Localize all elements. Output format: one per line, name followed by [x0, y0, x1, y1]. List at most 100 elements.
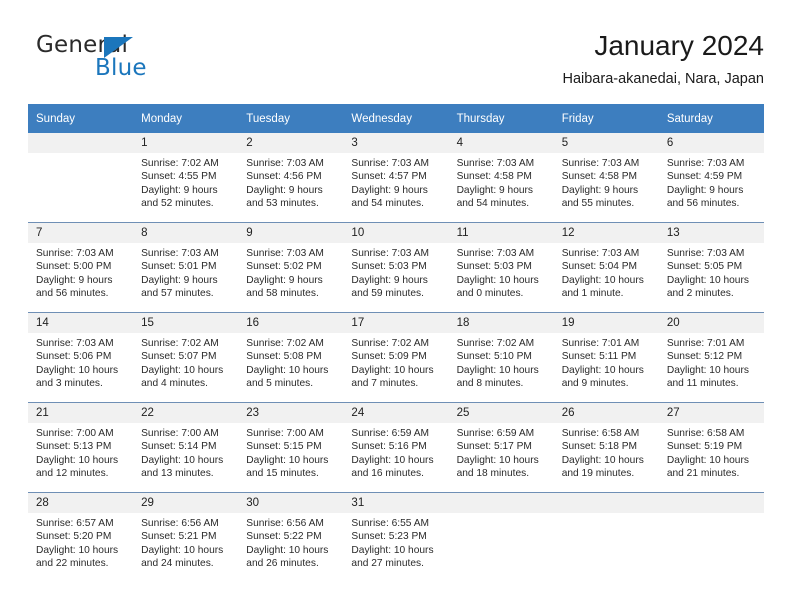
sunset-text: Sunset: 4:56 PM	[246, 171, 322, 183]
sunset-text: Sunset: 5:11 PM	[561, 351, 637, 363]
calendar-day-cell[interactable]: 12 Sunrise: 7:03 AM Sunset: 5:04 PM Dayligh…	[553, 222, 659, 313]
day-number: 15	[133, 313, 239, 333]
calendar-day-cell[interactable]: 19 Sunrise: 7:01 AM Sunset: 5:11 PM Dayligh…	[553, 312, 659, 403]
general-blue-logo[interactable]: General Blue	[36, 32, 226, 92]
daylight-text-line1: Daylight: 10 hours	[246, 454, 329, 466]
daylight-text-line2: and 56 minutes.	[666, 197, 740, 209]
sunset-text: Sunset: 4:59 PM	[666, 171, 743, 183]
sunrise-text: Sunrise: 6:58 AM	[561, 428, 640, 439]
calendar-day-cell[interactable]: 26 Sunrise: 6:58 AM Sunset: 5:18 PM Dayligh…	[553, 402, 659, 493]
daylight-text-line1: Daylight: 9 hours	[351, 274, 428, 286]
calendar-day-cell[interactable]: 28 Sunrise: 6:57 AM Sunset: 5:20 PM Dayligh…	[28, 492, 134, 582]
page-subtitle: Haibara-akanedai, Nara, Japan	[562, 71, 764, 87]
day-number: 8	[133, 223, 239, 243]
calendar-day-cell[interactable]: 3 Sunrise: 7:03 AM Sunset: 4:57 PM Daylight…	[343, 133, 449, 223]
calendar-day-cell[interactable]: 21 Sunrise: 7:00 AM Sunset: 5:13 PM Dayligh…	[28, 402, 134, 493]
day-number: 12	[553, 223, 659, 243]
calendar-week-row: 1 Sunrise: 7:02 AM Sunset: 4:55 PM Daylight…	[28, 133, 764, 223]
sunrise-text: Sunrise: 7:02 AM	[246, 338, 324, 349]
calendar-day-cell[interactable]: 5 Sunrise: 7:03 AM Sunset: 4:58 PM Daylight…	[553, 133, 659, 223]
day-number	[28, 133, 134, 153]
sunrise-text: Sunrise: 7:00 AM	[36, 428, 114, 439]
calendar-day-cell[interactable]: 18 Sunrise: 7:02 AM Sunset: 5:10 PM Dayligh…	[448, 312, 554, 403]
sunset-text: Sunset: 5:01 PM	[141, 261, 217, 273]
calendar-week-row: 7 Sunrise: 7:03 AM Sunset: 5:00 PM Daylight…	[28, 222, 764, 313]
day-number: 10	[343, 223, 449, 243]
day-number: 7	[28, 223, 134, 243]
calendar-day-cell[interactable]: 9 Sunrise: 7:03 AM Sunset: 5:02 PM Daylight…	[238, 222, 344, 313]
daylight-text-line2: and 8 minutes.	[456, 377, 524, 389]
sunset-text: Sunset: 5:04 PM	[561, 261, 638, 273]
sunrise-text: Sunrise: 7:03 AM	[456, 158, 535, 169]
calendar-day-cell[interactable]: 14 Sunrise: 7:03 AM Sunset: 5:06 PM Dayligh…	[28, 312, 134, 403]
daylight-text-line2: and 11 minutes.	[666, 377, 739, 389]
daylight-text-line1: Daylight: 10 hours	[456, 454, 539, 466]
sunrise-text: Sunrise: 7:03 AM	[666, 248, 745, 259]
sunset-text: Sunset: 5:18 PM	[561, 441, 638, 453]
calendar-day-cell[interactable]: 13 Sunrise: 7:03 AM Sunset: 5:05 PM Dayligh…	[658, 222, 764, 313]
calendar-day-cell[interactable]: 24 Sunrise: 6:59 AM Sunset: 5:16 PM Dayligh…	[343, 402, 449, 493]
calendar-day-cell[interactable]: 25 Sunrise: 6:59 AM Sunset: 5:17 PM Dayligh…	[448, 402, 554, 493]
daylight-text-line1: Daylight: 10 hours	[36, 544, 119, 556]
day-details: Sunrise: 7:02 AM Sunset: 5:07 PM Daylight:…	[133, 333, 238, 390]
calendar-day-cell[interactable]: 1 Sunrise: 7:02 AM Sunset: 4:55 PM Daylight…	[133, 133, 239, 223]
calendar-day-cell[interactable]: 6 Sunrise: 7:03 AM Sunset: 4:59 PM Daylight…	[658, 133, 764, 223]
sunset-text: Sunset: 5:02 PM	[246, 261, 322, 273]
calendar-day-cell[interactable]: 11 Sunrise: 7:03 AM Sunset: 5:03 PM Dayligh…	[448, 222, 554, 313]
daylight-text-line1: Daylight: 10 hours	[351, 454, 434, 466]
calendar-day-cell[interactable]: 20 Sunrise: 7:01 AM Sunset: 5:12 PM Dayligh…	[658, 312, 764, 403]
daylight-text-line1: Daylight: 10 hours	[456, 364, 539, 376]
sunrise-text: Sunrise: 7:03 AM	[561, 158, 640, 169]
weekday-header-saturday: Saturday	[658, 104, 764, 133]
calendar-day-cell[interactable]: 27 Sunrise: 6:58 AM Sunset: 5:19 PM Dayligh…	[658, 402, 764, 493]
calendar-day-cell[interactable]: 15 Sunrise: 7:02 AM Sunset: 5:07 PM Dayligh…	[133, 312, 239, 403]
daylight-text-line1: Daylight: 9 hours	[141, 274, 218, 286]
sunset-text: Sunset: 5:17 PM	[456, 441, 532, 453]
calendar-day-cell[interactable]: 16 Sunrise: 7:02 AM Sunset: 5:08 PM Dayligh…	[238, 312, 344, 403]
day-details: Sunrise: 7:01 AM Sunset: 5:12 PM Daylight:…	[659, 333, 764, 390]
sunrise-text: Sunrise: 7:00 AM	[246, 428, 324, 439]
day-number: 4	[448, 133, 554, 153]
calendar-day-cell[interactable]: 2 Sunrise: 7:03 AM Sunset: 4:56 PM Daylight…	[238, 133, 344, 223]
calendar-day-cell[interactable]: 17 Sunrise: 7:02 AM Sunset: 5:09 PM Dayligh…	[343, 312, 449, 403]
day-details: Sunrise: 6:58 AM Sunset: 5:18 PM Daylight:…	[554, 423, 659, 480]
calendar-grid: Sunday Monday Tuesday Wednesday Thursday…	[28, 104, 764, 582]
day-number: 25	[448, 403, 554, 423]
day-number: 6	[658, 133, 764, 153]
sunset-text: Sunset: 5:15 PM	[246, 441, 322, 453]
day-number: 13	[658, 223, 764, 243]
day-details: Sunrise: 6:59 AM Sunset: 5:16 PM Daylight:…	[343, 423, 448, 480]
calendar-day-cell[interactable]: 29 Sunrise: 6:56 AM Sunset: 5:21 PM Dayligh…	[133, 492, 239, 582]
day-details: Sunrise: 7:03 AM Sunset: 5:01 PM Daylight:…	[133, 243, 238, 300]
calendar-day-cell[interactable]: 30 Sunrise: 6:56 AM Sunset: 5:22 PM Dayligh…	[238, 492, 344, 582]
sunset-text: Sunset: 5:00 PM	[36, 261, 112, 273]
calendar-day-cell-empty	[553, 492, 659, 582]
daylight-text-line1: Daylight: 9 hours	[36, 274, 113, 286]
day-details: Sunrise: 7:03 AM Sunset: 5:03 PM Daylight:…	[343, 243, 448, 300]
page-title: January 2024	[594, 30, 764, 61]
weekday-header-wednesday: Wednesday	[343, 104, 449, 133]
sunrise-text: Sunrise: 7:03 AM	[666, 158, 745, 169]
daylight-text-line2: and 54 minutes.	[351, 197, 424, 209]
sunrise-text: Sunrise: 6:59 AM	[351, 428, 430, 439]
day-details: Sunrise: 7:02 AM Sunset: 5:08 PM Daylight:…	[238, 333, 343, 390]
day-number: 16	[238, 313, 344, 333]
calendar-day-cell[interactable]: 10 Sunrise: 7:03 AM Sunset: 5:03 PM Dayligh…	[343, 222, 449, 313]
day-details: Sunrise: 6:57 AM Sunset: 5:20 PM Daylight:…	[28, 513, 133, 570]
daylight-text-line2: and 56 minutes.	[36, 287, 109, 299]
daylight-text-line1: Daylight: 9 hours	[456, 184, 534, 196]
daylight-text-line1: Daylight: 10 hours	[666, 274, 749, 286]
day-details: Sunrise: 7:00 AM Sunset: 5:13 PM Daylight:…	[28, 423, 133, 480]
day-number: 21	[28, 403, 134, 423]
calendar-day-cell[interactable]: 8 Sunrise: 7:03 AM Sunset: 5:01 PM Daylight…	[133, 222, 239, 313]
sunrise-text: Sunrise: 7:02 AM	[141, 338, 219, 349]
weekday-header-thursday: Thursday	[448, 104, 554, 133]
sunrise-text: Sunrise: 6:56 AM	[246, 518, 324, 529]
calendar-day-cell[interactable]: 7 Sunrise: 7:03 AM Sunset: 5:00 PM Daylight…	[28, 222, 134, 313]
calendar-day-cell[interactable]: 23 Sunrise: 7:00 AM Sunset: 5:15 PM Dayligh…	[238, 402, 344, 493]
page-header: General Blue January 2024 Haibara-akaned…	[28, 28, 764, 94]
calendar-day-cell[interactable]: 22 Sunrise: 7:00 AM Sunset: 5:14 PM Dayligh…	[133, 402, 239, 493]
calendar-day-cell[interactable]: 31 Sunrise: 6:55 AM Sunset: 5:23 PM Dayligh…	[343, 492, 449, 582]
calendar-day-cell[interactable]: 4 Sunrise: 7:03 AM Sunset: 4:58 PM Daylight…	[448, 133, 554, 223]
daylight-text-line2: and 13 minutes.	[141, 467, 214, 479]
